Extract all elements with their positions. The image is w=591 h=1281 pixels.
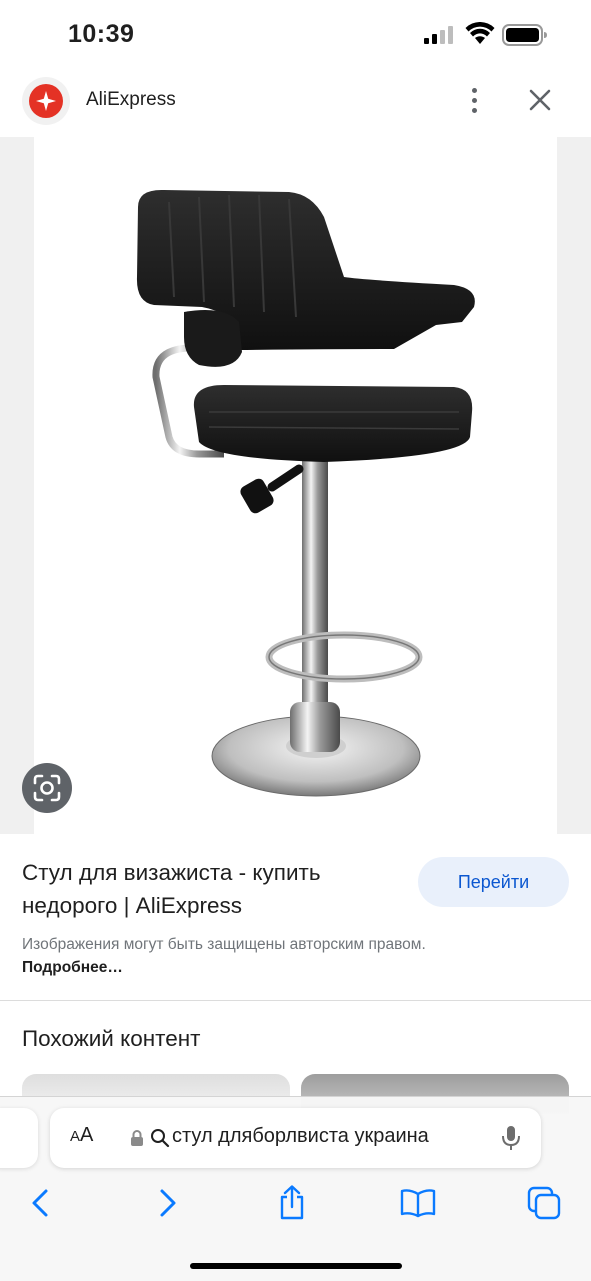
- bookmarks-icon[interactable]: [398, 1184, 438, 1222]
- microphone-icon[interactable]: [500, 1124, 522, 1152]
- divider: [0, 1000, 591, 1001]
- google-lens-icon[interactable]: [22, 763, 72, 813]
- address-text[interactable]: стул дляборлвиста украина: [172, 1125, 429, 1148]
- forward-icon[interactable]: [148, 1184, 188, 1222]
- learn-more-link[interactable]: Подробнее…: [22, 959, 123, 976]
- share-icon[interactable]: [272, 1184, 312, 1222]
- site-name[interactable]: AliExpress: [86, 89, 176, 111]
- previous-tab-preview[interactable]: [0, 1108, 38, 1168]
- copyright-notice: Изображения могут быть защищены авторски…: [22, 933, 442, 979]
- battery-icon: [502, 24, 547, 46]
- star-icon: [36, 91, 56, 111]
- tabs-icon[interactable]: [524, 1184, 564, 1222]
- back-icon[interactable]: [20, 1184, 60, 1222]
- copyright-text: Изображения могут быть защищены авторски…: [22, 936, 426, 953]
- lock-icon: [131, 1130, 143, 1146]
- status-time: 10:39: [68, 20, 135, 48]
- more-vert-icon[interactable]: [460, 84, 488, 116]
- visit-button[interactable]: Перейти: [418, 857, 569, 907]
- aa-large-label: A: [80, 1124, 94, 1146]
- page-settings-button[interactable]: AA: [70, 1124, 93, 1147]
- result-title[interactable]: Стул для визажиста - купить недорого | A…: [22, 856, 402, 922]
- aa-small-label: A: [70, 1128, 81, 1145]
- bar-stool-illustration: [136, 189, 475, 797]
- aliexpress-logo-icon[interactable]: [22, 77, 70, 125]
- bar-stool-image[interactable]: [34, 137, 557, 834]
- cellular-signal-icon: [424, 26, 453, 44]
- lens-glyph-icon: [33, 774, 61, 802]
- search-icon: [151, 1129, 170, 1148]
- home-indicator: [190, 1263, 402, 1269]
- wifi-icon: [465, 22, 495, 44]
- close-icon[interactable]: [526, 86, 554, 114]
- related-content-heading: Похожий контент: [22, 1026, 201, 1051]
